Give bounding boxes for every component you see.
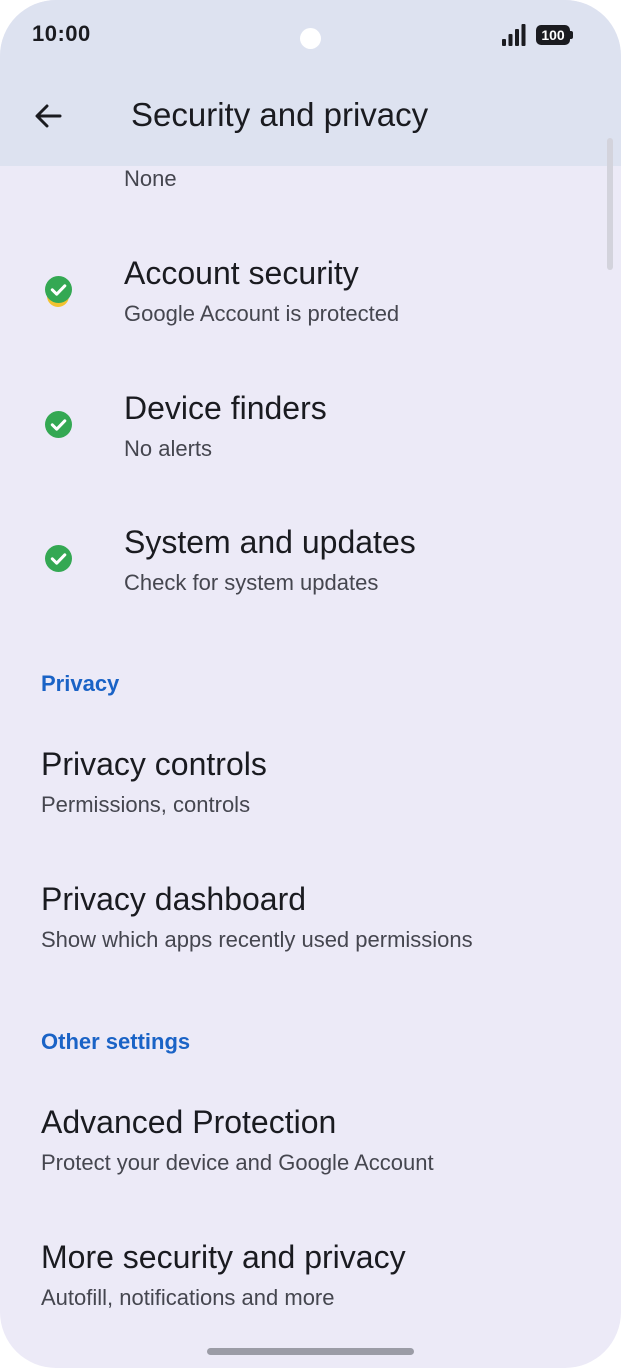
list-item-more-security-privacy[interactable]: More security and privacy Autofill, noti…: [0, 1229, 600, 1339]
back-button[interactable]: [20, 90, 76, 146]
list-item-title: Device finders: [124, 390, 327, 426]
list-item-advanced-protection[interactable]: Advanced Protection Protect your device …: [0, 1094, 600, 1204]
list-item-privacy-dashboard[interactable]: Privacy dashboard Show which apps recent…: [0, 871, 600, 981]
list-item-subtitle: Autofill, notifications and more: [41, 1285, 335, 1310]
list-item-title: Advanced Protection: [41, 1104, 337, 1140]
status-time: 10:00: [32, 21, 91, 46]
settings-list[interactable]: None Account security Google Account is …: [0, 0, 621, 1368]
battery-level: 100: [541, 27, 565, 43]
list-item-title: More security and privacy: [41, 1239, 406, 1275]
list-item-subtitle: No alerts: [124, 436, 213, 461]
list-item-title: Account security: [124, 255, 359, 291]
list-item-subtitle: Permissions, controls: [41, 792, 251, 817]
battery-icon: 100: [536, 25, 574, 45]
list-item-privacy-controls[interactable]: Privacy controls Permissions, controls: [0, 736, 600, 846]
check-circle-icon: [44, 544, 73, 573]
list-item-title: Privacy dashboard: [41, 881, 307, 917]
section-header-privacy: Privacy: [41, 671, 120, 696]
check-circle-icon: [44, 275, 73, 304]
battery-tip: [570, 31, 573, 39]
scrollbar-thumb[interactable]: [607, 138, 613, 270]
camera-cutout: [300, 28, 321, 49]
home-indicator[interactable]: [207, 1348, 414, 1355]
phone-screen: None Account security Google Account is …: [0, 0, 621, 1368]
list-item-subtitle: None: [124, 166, 177, 191]
list-item-system-updates[interactable]: System and updates Check for system upda…: [0, 514, 600, 624]
list-item-subtitle: Protect your device and Google Account: [41, 1150, 434, 1175]
signal-icon: [502, 24, 526, 46]
list-item-device-finders[interactable]: Device finders No alerts: [0, 380, 600, 490]
list-item-title: Privacy controls: [41, 746, 267, 782]
app-bar: 10:00 100 Security and privacy: [0, 0, 621, 166]
list-item-subtitle: Show which apps recently used permission…: [41, 927, 473, 952]
list-item-account-security[interactable]: Account security Google Account is prote…: [0, 245, 600, 355]
section-header-other-settings: Other settings: [41, 1029, 191, 1054]
list-item-title: System and updates: [124, 524, 416, 560]
list-item-subtitle: Check for system updates: [124, 570, 379, 595]
page-title: Security and privacy: [131, 96, 429, 133]
check-circle-icon: [44, 410, 73, 439]
list-item-subtitle: Google Account is protected: [124, 301, 400, 326]
arrow-back-icon: [33, 101, 63, 136]
